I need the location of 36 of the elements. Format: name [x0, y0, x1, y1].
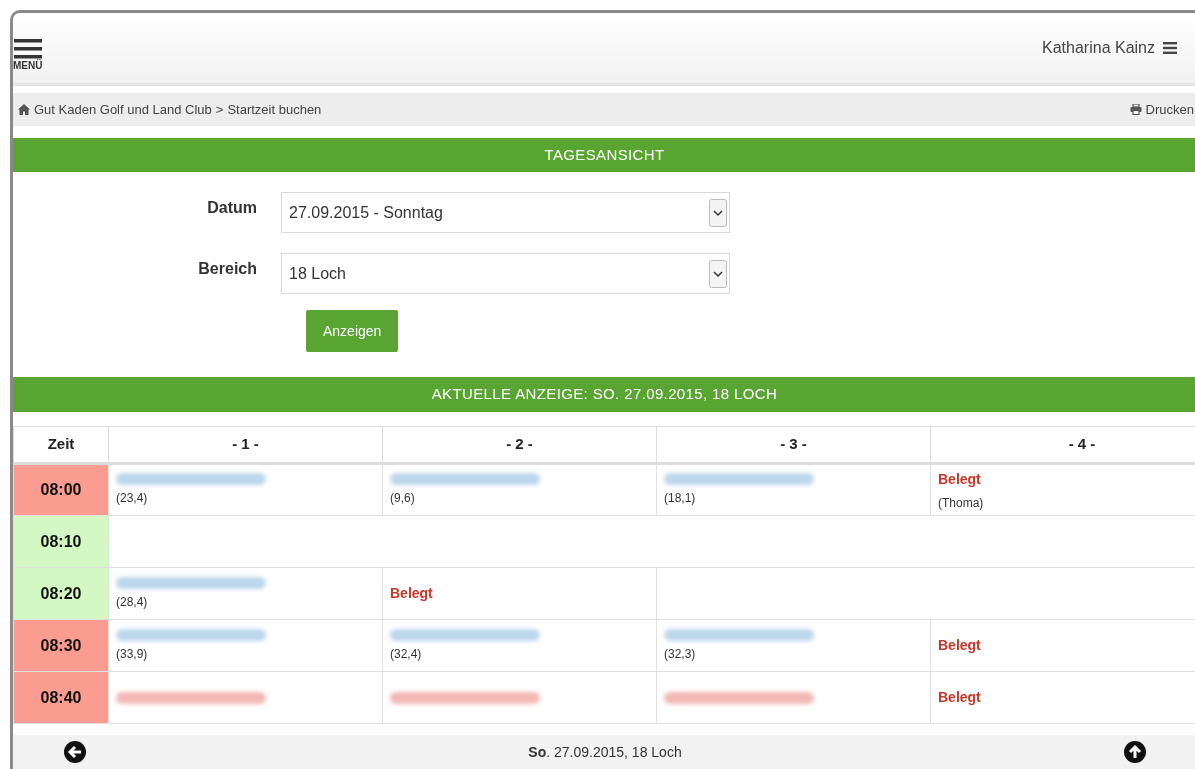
field-label: Bereich [197, 259, 258, 279]
breadcrumb-separator: > [215, 100, 224, 119]
handicap-text: (9,6) [390, 490, 415, 507]
print-link[interactable]: Drucken [1129, 99, 1194, 120]
breadcrumb-link[interactable]: Startzeit buchen [227, 99, 322, 120]
menu-icon [1163, 42, 1177, 54]
menu-button[interactable]: MENÜ [13, 25, 43, 71]
caret-icon [709, 259, 727, 288]
time-cell: 08:10 [13, 515, 109, 568]
handicap-text: (Thoma) [938, 494, 984, 512]
date-summary: So. 27.09.2015, 18 Loch [528, 742, 682, 762]
section-header: AKTUELLE ANZEIGE: SO. 27.09.2015, 18 LOCH [13, 377, 1195, 412]
time-cell: 08:20 [13, 567, 109, 620]
dropdown[interactable]: 18 Loch [281, 253, 730, 294]
status-label: Belegt [938, 469, 981, 489]
breadcrumb-link[interactable]: Gut Kaden Golf und Land Club [34, 99, 212, 120]
time-cell: 08:00 [13, 463, 109, 516]
handicap-text: (18,1) [664, 490, 696, 507]
section-header: TAGESANSICHT [13, 138, 1195, 172]
status-label: Belegt [938, 636, 981, 655]
home-icon [18, 104, 30, 115]
printer-icon [1129, 104, 1142, 115]
time-cell: 08:30 [13, 619, 109, 672]
handicap-text: (32,3) [664, 645, 696, 663]
dropdown[interactable]: 27.09.2015 - Sonntag [281, 192, 730, 233]
handicap-text: (28,4) [116, 593, 148, 611]
handicap-text: (32,4) [390, 645, 422, 663]
status-label: Belegt [938, 688, 981, 707]
status-label: Belegt [390, 584, 433, 603]
handicap-text: (23,4) [116, 490, 148, 507]
time-cell: 08:40 [13, 671, 109, 724]
user-menu-button[interactable]: Katharina Kainz [1042, 36, 1177, 60]
caret-icon [709, 198, 727, 227]
field-label: Datum [206, 198, 258, 218]
menu-icon [13, 37, 43, 61]
handicap-text: (33,9) [116, 645, 148, 663]
